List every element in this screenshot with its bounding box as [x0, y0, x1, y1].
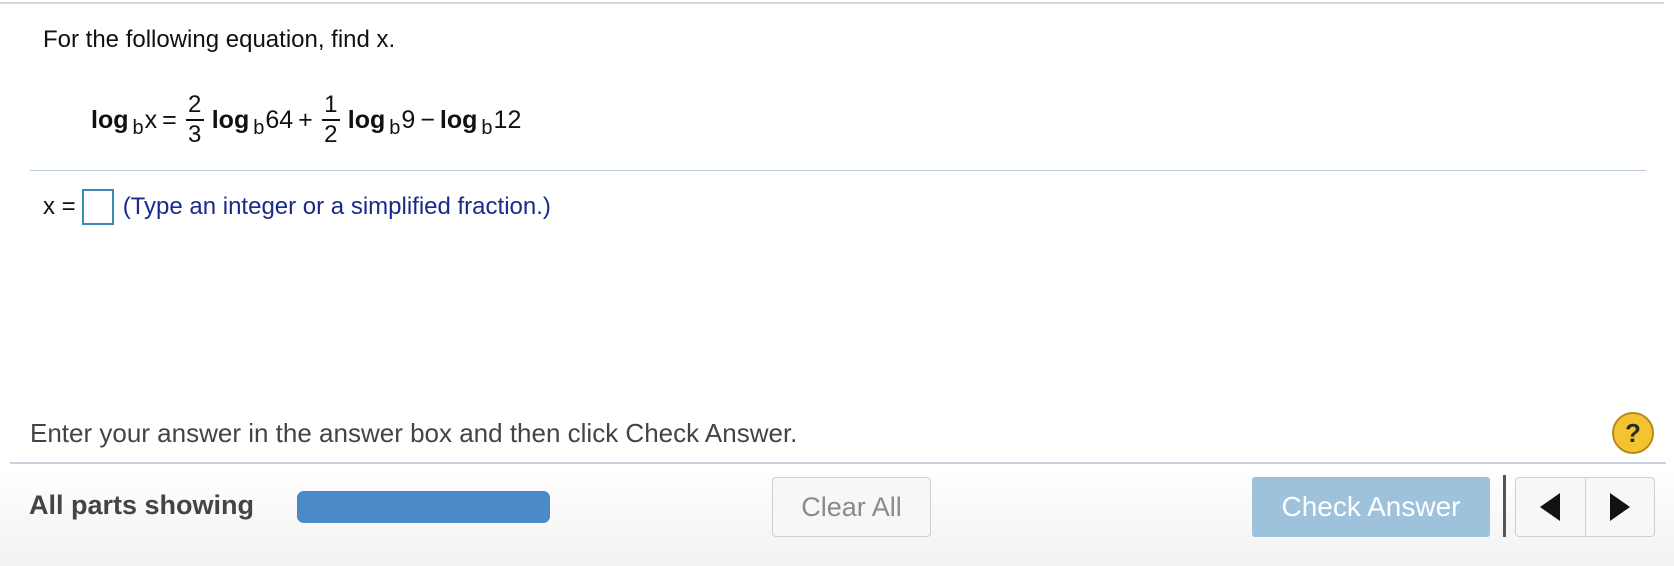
triangle-right-icon: [1609, 493, 1630, 521]
progress-bar: [297, 491, 550, 523]
fraction-two-thirds: 2 3: [185, 91, 204, 148]
top-divider: [0, 2, 1664, 4]
equals-sign: =: [162, 105, 177, 134]
footer-divider: [10, 462, 1666, 464]
log-term3: log: [439, 105, 478, 134]
previous-button[interactable]: [1516, 478, 1585, 536]
nav-divider: [1503, 475, 1506, 537]
log-term1: log: [211, 105, 250, 134]
answer-label: x =: [43, 193, 76, 220]
question-prompt: For the following equation, find x.: [43, 26, 396, 53]
log-argument: 9: [401, 105, 416, 134]
answer-hint: (Type an integer or a simplified fractio…: [122, 193, 551, 220]
instructions-text: Enter your answer in the answer box and …: [30, 418, 798, 448]
log-term2: log: [347, 105, 386, 134]
section-divider: [30, 170, 1646, 171]
triangle-left-icon: [1540, 493, 1561, 521]
log-base: b: [389, 116, 401, 139]
progress-fill: [297, 491, 550, 523]
question-nav: [1515, 477, 1655, 537]
answer-row: x = (Type an integer or a simplified fra…: [43, 187, 551, 227]
next-button[interactable]: [1584, 478, 1655, 536]
check-answer-button[interactable]: Check Answer: [1252, 477, 1490, 537]
clear-all-button[interactable]: Clear All: [772, 477, 931, 537]
equation: log b x = 2 3 log b 64 + 1 2 log b 9 − l…: [91, 80, 521, 160]
question-mark-icon: ?: [1625, 417, 1641, 448]
log-argument: 12: [493, 105, 522, 134]
answer-input[interactable]: [81, 189, 114, 225]
log-argument: x: [144, 105, 158, 134]
fraction-numerator: 2: [188, 91, 202, 119]
fraction-one-half: 1 2: [321, 91, 340, 148]
fraction-denominator: 3: [188, 120, 202, 148]
log-base: b: [481, 116, 493, 139]
log-base: b: [253, 116, 265, 139]
help-button[interactable]: ?: [1612, 412, 1654, 454]
log-base: b: [132, 116, 144, 139]
parts-label: All parts showing: [29, 490, 255, 520]
minus-sign: −: [420, 105, 435, 134]
fraction-denominator: 2: [324, 120, 338, 148]
fraction-numerator: 1: [324, 91, 338, 119]
log-lhs: log: [91, 105, 129, 134]
log-argument: 64: [265, 105, 294, 134]
plus-sign: +: [298, 105, 313, 134]
